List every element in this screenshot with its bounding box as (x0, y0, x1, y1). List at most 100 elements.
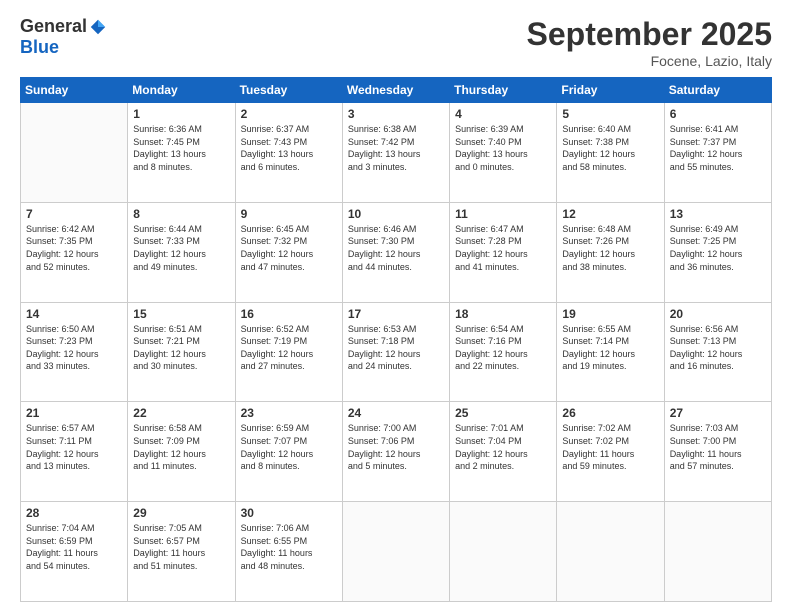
day-info: Sunrise: 7:01 AM Sunset: 7:04 PM Dayligh… (455, 422, 551, 472)
day-number: 2 (241, 107, 337, 121)
day-number: 4 (455, 107, 551, 121)
day-number: 17 (348, 307, 444, 321)
day-number: 1 (133, 107, 229, 121)
table-row: 16 Sunrise: 6:52 AM Sunset: 7:19 PM Dayli… (235, 302, 342, 402)
table-row: 15Sunrise: 6:51 AM Sunset: 7:21 PM Dayli… (128, 302, 235, 402)
day-number: 13 (670, 207, 766, 221)
col-thursday: Thursday (450, 78, 557, 103)
day-number: 16 (241, 307, 337, 321)
day-number: 22 (133, 406, 229, 420)
day-number: 6 (670, 107, 766, 121)
table-row: 22 Sunrise: 6:58 AM Sunset: 7:09 PM Dayli… (128, 402, 235, 502)
day-info: Sunrise: 6:48 AM Sunset: 7:26 PM Dayligh… (562, 223, 658, 273)
day-info: Sunrise: 6:56 AM Sunset: 7:13 PM Dayligh… (670, 323, 766, 373)
calendar-week-row: 28Sunrise: 7:04 AM Sunset: 6:59 PM Dayli… (21, 502, 772, 602)
logo-icon (89, 18, 107, 36)
day-info: Sunrise: 6:52 AM Sunset: 7:19 PM Dayligh… (241, 323, 337, 373)
table-row: 6Sunrise: 6:41 AM Sunset: 7:37 PM Daylig… (664, 103, 771, 203)
day-info: Sunrise: 7:06 AM Sunset: 6:55 PM Dayligh… (241, 522, 337, 572)
table-row: 1 Sunrise: 6:36 AM Sunset: 7:45 PM Daylig… (128, 103, 235, 203)
day-info: Sunrise: 6:36 AM Sunset: 7:45 PM Dayligh… (133, 123, 229, 173)
col-friday: Friday (557, 78, 664, 103)
day-info: Sunrise: 7:03 AM Sunset: 7:00 PM Dayligh… (670, 422, 766, 472)
day-info: Sunrise: 6:39 AM Sunset: 7:40 PM Dayligh… (455, 123, 551, 173)
table-row (450, 502, 557, 602)
day-info: Sunrise: 6:51 AM Sunset: 7:21 PM Dayligh… (133, 323, 229, 373)
calendar-week-row: 7 Sunrise: 6:42 AM Sunset: 7:35 PM Daylig… (21, 202, 772, 302)
day-info: Sunrise: 6:55 AM Sunset: 7:14 PM Dayligh… (562, 323, 658, 373)
table-row: 19Sunrise: 6:55 AM Sunset: 7:14 PM Dayli… (557, 302, 664, 402)
day-info: Sunrise: 6:46 AM Sunset: 7:30 PM Dayligh… (348, 223, 444, 273)
calendar-week-row: 1 Sunrise: 6:36 AM Sunset: 7:45 PM Daylig… (21, 103, 772, 203)
day-number: 21 (26, 406, 122, 420)
day-info: Sunrise: 6:58 AM Sunset: 7:09 PM Dayligh… (133, 422, 229, 472)
day-info: Sunrise: 6:50 AM Sunset: 7:23 PM Dayligh… (26, 323, 122, 373)
table-row: 27 Sunrise: 7:03 AM Sunset: 7:00 PM Dayli… (664, 402, 771, 502)
day-number: 27 (670, 406, 766, 420)
table-row: 28Sunrise: 7:04 AM Sunset: 6:59 PM Dayli… (21, 502, 128, 602)
day-number: 18 (455, 307, 551, 321)
day-number: 26 (562, 406, 658, 420)
table-row: 11 Sunrise: 6:47 AM Sunset: 7:28 PM Dayli… (450, 202, 557, 302)
table-row: 26 Sunrise: 7:02 AM Sunset: 7:02 PM Dayli… (557, 402, 664, 502)
table-row: 30 Sunrise: 7:06 AM Sunset: 6:55 PM Dayli… (235, 502, 342, 602)
page: General Blue September 2025 Focene, Lazi… (0, 0, 792, 612)
table-row: 21 Sunrise: 6:57 AM Sunset: 7:11 PM Dayli… (21, 402, 128, 502)
day-number: 29 (133, 506, 229, 520)
day-number: 8 (133, 207, 229, 221)
calendar-table: Sunday Monday Tuesday Wednesday Thursday… (20, 77, 772, 602)
table-row: 2 Sunrise: 6:37 AM Sunset: 7:43 PM Daylig… (235, 103, 342, 203)
table-row: 25 Sunrise: 7:01 AM Sunset: 7:04 PM Dayli… (450, 402, 557, 502)
day-number: 20 (670, 307, 766, 321)
table-row: 23Sunrise: 6:59 AM Sunset: 7:07 PM Dayli… (235, 402, 342, 502)
main-title: September 2025 (527, 16, 772, 53)
day-number: 25 (455, 406, 551, 420)
day-info: Sunrise: 6:40 AM Sunset: 7:38 PM Dayligh… (562, 123, 658, 173)
table-row (21, 103, 128, 203)
day-info: Sunrise: 6:49 AM Sunset: 7:25 PM Dayligh… (670, 223, 766, 273)
logo-general-text: General (20, 16, 87, 37)
table-row (664, 502, 771, 602)
logo: General Blue (20, 16, 107, 58)
day-info: Sunrise: 7:05 AM Sunset: 6:57 PM Dayligh… (133, 522, 229, 572)
day-info: Sunrise: 6:45 AM Sunset: 7:32 PM Dayligh… (241, 223, 337, 273)
day-info: Sunrise: 6:59 AM Sunset: 7:07 PM Dayligh… (241, 422, 337, 472)
table-row: 10Sunrise: 6:46 AM Sunset: 7:30 PM Dayli… (342, 202, 449, 302)
day-info: Sunrise: 6:42 AM Sunset: 7:35 PM Dayligh… (26, 223, 122, 273)
day-number: 7 (26, 207, 122, 221)
day-info: Sunrise: 6:47 AM Sunset: 7:28 PM Dayligh… (455, 223, 551, 273)
table-row: 3 Sunrise: 6:38 AM Sunset: 7:42 PM Daylig… (342, 103, 449, 203)
day-number: 30 (241, 506, 337, 520)
day-info: Sunrise: 6:38 AM Sunset: 7:42 PM Dayligh… (348, 123, 444, 173)
day-number: 12 (562, 207, 658, 221)
day-info: Sunrise: 6:37 AM Sunset: 7:43 PM Dayligh… (241, 123, 337, 173)
table-row: 9Sunrise: 6:45 AM Sunset: 7:32 PM Daylig… (235, 202, 342, 302)
day-number: 24 (348, 406, 444, 420)
day-info: Sunrise: 6:53 AM Sunset: 7:18 PM Dayligh… (348, 323, 444, 373)
table-row: 17 Sunrise: 6:53 AM Sunset: 7:18 PM Dayli… (342, 302, 449, 402)
day-info: Sunrise: 7:00 AM Sunset: 7:06 PM Dayligh… (348, 422, 444, 472)
table-row: 5Sunrise: 6:40 AM Sunset: 7:38 PM Daylig… (557, 103, 664, 203)
calendar-header-row: Sunday Monday Tuesday Wednesday Thursday… (21, 78, 772, 103)
day-info: Sunrise: 6:57 AM Sunset: 7:11 PM Dayligh… (26, 422, 122, 472)
table-row (557, 502, 664, 602)
table-row: 4 Sunrise: 6:39 AM Sunset: 7:40 PM Daylig… (450, 103, 557, 203)
table-row: 18 Sunrise: 6:54 AM Sunset: 7:16 PM Dayli… (450, 302, 557, 402)
col-monday: Monday (128, 78, 235, 103)
day-info: Sunrise: 6:54 AM Sunset: 7:16 PM Dayligh… (455, 323, 551, 373)
table-row: 7 Sunrise: 6:42 AM Sunset: 7:35 PM Daylig… (21, 202, 128, 302)
day-number: 3 (348, 107, 444, 121)
table-row: 8 Sunrise: 6:44 AM Sunset: 7:33 PM Daylig… (128, 202, 235, 302)
col-wednesday: Wednesday (342, 78, 449, 103)
logo-blue-text: Blue (20, 37, 59, 58)
day-number: 11 (455, 207, 551, 221)
title-block: September 2025 Focene, Lazio, Italy (527, 16, 772, 69)
col-sunday: Sunday (21, 78, 128, 103)
day-info: Sunrise: 7:04 AM Sunset: 6:59 PM Dayligh… (26, 522, 122, 572)
col-saturday: Saturday (664, 78, 771, 103)
day-info: Sunrise: 7:02 AM Sunset: 7:02 PM Dayligh… (562, 422, 658, 472)
table-row: 20 Sunrise: 6:56 AM Sunset: 7:13 PM Dayli… (664, 302, 771, 402)
day-info: Sunrise: 6:44 AM Sunset: 7:33 PM Dayligh… (133, 223, 229, 273)
table-row: 14Sunrise: 6:50 AM Sunset: 7:23 PM Dayli… (21, 302, 128, 402)
calendar-week-row: 21 Sunrise: 6:57 AM Sunset: 7:11 PM Dayli… (21, 402, 772, 502)
